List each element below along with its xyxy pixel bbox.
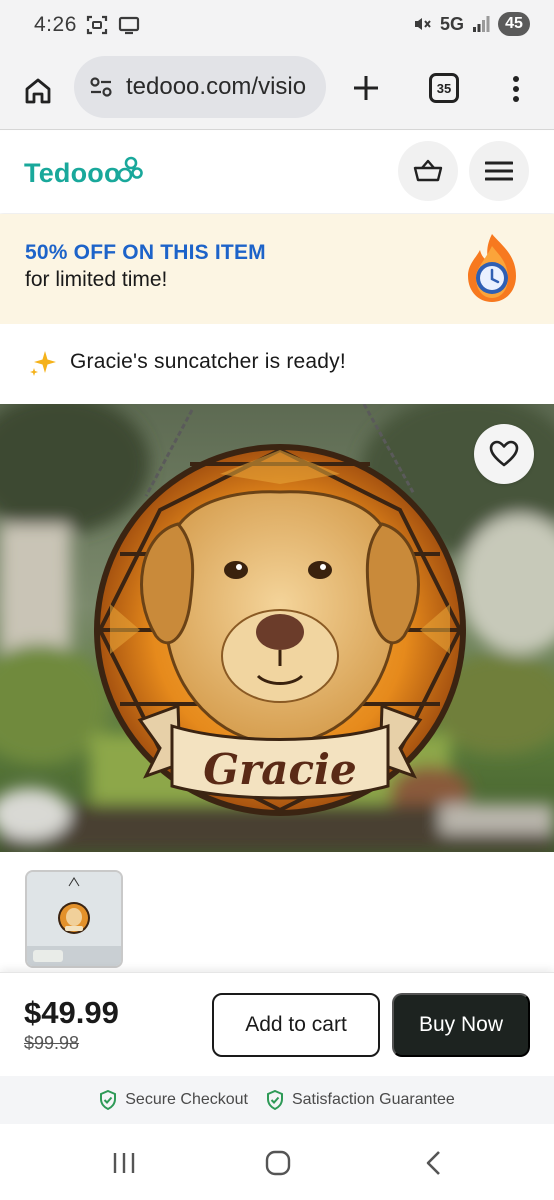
recent-apps-button[interactable] — [104, 1148, 144, 1178]
basket-icon — [413, 159, 443, 182]
address-bar[interactable]: tedooo.com/visio — [74, 56, 326, 118]
product-photo: Gracie — [0, 404, 554, 852]
main-menu-button[interactable] — [469, 141, 529, 201]
favorite-button[interactable] — [474, 424, 534, 484]
original-price: $99.98 — [24, 1033, 80, 1053]
buy-now-button[interactable]: Buy Now — [392, 993, 530, 1057]
ready-message-row: Gracie's suncatcher is ready! — [0, 324, 554, 404]
system-navigation-bar — [0, 1124, 554, 1200]
sparkle-icon — [30, 351, 56, 376]
recents-icon — [113, 1153, 135, 1173]
logo-text: Tedooo — [24, 158, 121, 188]
screenshot-icon — [86, 15, 108, 35]
promo-subtitle: for limited time! — [25, 268, 168, 291]
mute-icon — [414, 18, 431, 30]
heart-icon — [489, 440, 519, 467]
secure-checkout-label: Secure Checkout — [125, 1091, 248, 1108]
browser-menu-button[interactable] — [505, 69, 527, 109]
network-type: 5G — [439, 13, 464, 34]
signal-icon — [473, 16, 490, 32]
back-chevron-icon — [426, 1151, 440, 1175]
satisfaction-guarantee-badge: Satisfaction Guarantee — [266, 1090, 455, 1110]
satisfaction-guarantee-label: Satisfaction Guarantee — [291, 1091, 455, 1108]
site-settings-icon[interactable] — [88, 74, 114, 100]
secure-checkout-badge: Secure Checkout — [99, 1090, 248, 1110]
purchase-bar: $49.99 $99.98 Add to cart Buy Now — [0, 972, 554, 1076]
current-price: $49.99 — [24, 995, 119, 1030]
status-bar: 4:26 5G 45 — [0, 0, 554, 52]
tab-switcher-button[interactable]: 35 — [429, 73, 459, 103]
promo-title: 50% OFF ON THIS ITEM — [25, 241, 266, 264]
banner-name-text: Gracie — [203, 745, 356, 794]
plus-icon — [354, 76, 378, 100]
more-vertical-icon — [513, 76, 519, 102]
logo-bubbles-icon — [117, 156, 143, 183]
tedooo-logo[interactable]: Tedooo — [24, 151, 143, 189]
status-time: 4:26 — [34, 13, 77, 36]
new-tab-button[interactable] — [348, 70, 384, 106]
status-right-icons: 5G 45 — [412, 12, 530, 36]
browser-toolbar: tedooo.com/visio 35 — [0, 52, 554, 130]
home-circle-icon — [265, 1150, 291, 1176]
ready-message: Gracie's suncatcher is ready! — [70, 350, 346, 373]
cart-button[interactable] — [398, 141, 458, 201]
trust-badges: Secure Checkout Satisfaction Guarantee — [0, 1076, 554, 1124]
shield-check-icon — [266, 1090, 283, 1110]
promo-banner: 50% OFF ON THIS ITEM for limited time! — [0, 214, 554, 324]
cast-icon — [118, 16, 140, 35]
hamburger-icon — [485, 161, 513, 181]
home-icon — [25, 78, 51, 104]
thumbnail-strip — [0, 852, 554, 972]
product-image[interactable]: Gracie — [0, 404, 554, 852]
url-text: tedooo.com/visio — [126, 73, 307, 100]
thumbnail-1[interactable] — [25, 870, 123, 968]
status-notification-icons — [86, 14, 140, 36]
home-button[interactable] — [18, 71, 58, 111]
flaming-clock-icon — [468, 234, 516, 302]
add-to-cart-button[interactable]: Add to cart — [212, 993, 380, 1057]
site-header: Tedooo — [0, 131, 554, 213]
shield-check-icon — [100, 1090, 117, 1110]
battery-level: 45 — [498, 12, 530, 36]
home-nav-button[interactable] — [258, 1148, 298, 1178]
back-button[interactable] — [414, 1148, 454, 1178]
thumbnail-image — [27, 872, 121, 966]
